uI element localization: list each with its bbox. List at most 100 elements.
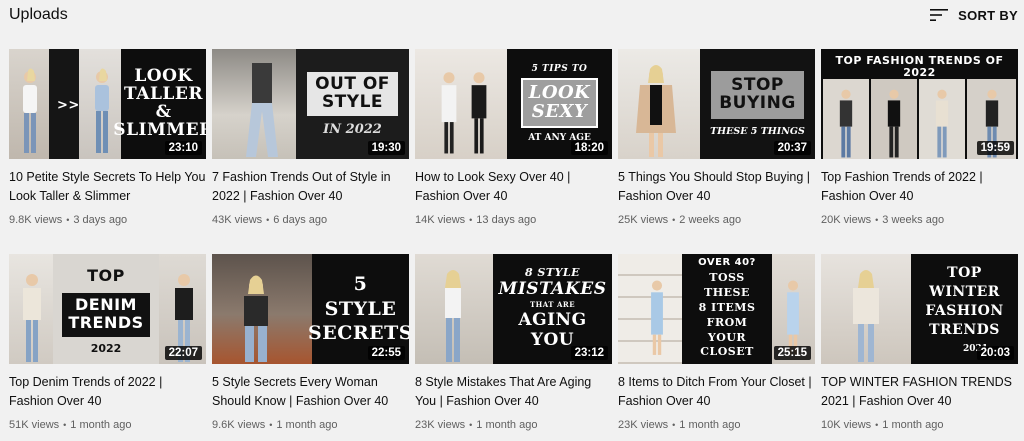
- video-meta: 43K views • 6 days ago: [212, 214, 409, 226]
- thumbnail-headline: OUT OF STYLE: [315, 73, 390, 112]
- video-duration: 20:03: [976, 346, 1014, 360]
- sort-by-button[interactable]: SORT BY: [929, 4, 1018, 26]
- video-card[interactable]: OUT OF STYLE IN 2022 19:30 7 Fashion Tre…: [212, 49, 409, 228]
- upload-age: 3 days ago: [73, 214, 128, 226]
- view-count: 14K views: [415, 214, 466, 226]
- video-meta: 23K views • 1 month ago: [415, 419, 612, 431]
- thumbnail-text-panel: TOP DENIM TRENDS 2022: [53, 254, 159, 364]
- model-figure: [246, 63, 278, 157]
- video-thumbnail[interactable]: 5 TIPS TO LOOK SEXY AT ANY AGE 18:20: [415, 49, 612, 159]
- video-title[interactable]: 8 Items to Ditch From Your Closet | Fash…: [618, 373, 815, 411]
- upload-age: 2 weeks ago: [679, 214, 742, 226]
- thumbnail-subtext: THESE 5 THINGS: [710, 126, 805, 137]
- upload-age: 6 days ago: [273, 214, 328, 226]
- uploads-header: Uploads SORT BY: [0, 0, 1024, 32]
- video-card[interactable]: >> LOOK TALLER & SLIMMER 23:10 10 Petite…: [9, 49, 206, 228]
- upload-age: 3 weeks ago: [882, 214, 945, 226]
- video-thumbnail[interactable]: OUT OF STYLE IN 2022 19:30: [212, 49, 409, 159]
- view-count: 25K views: [618, 214, 669, 226]
- video-title[interactable]: 8 Style Mistakes That Are Aging You | Fa…: [415, 373, 612, 411]
- video-thumbnail[interactable]: TOP FASHION TRENDS OF 2022 19:59: [821, 49, 1018, 159]
- video-thumbnail[interactable]: OVER 40? TOSS THESE 8 ITEMS FROM YOUR CL…: [618, 254, 815, 364]
- video-thumbnail[interactable]: >> LOOK TALLER & SLIMMER 23:10: [9, 49, 206, 159]
- thumbnail-headline: 5 STYLE SECRETS: [308, 272, 409, 345]
- view-count: 20K views: [821, 214, 872, 226]
- model-figure: [839, 89, 853, 158]
- separator-dot: •: [875, 215, 879, 225]
- thumbnail-headline: TOSS THESE 8 ITEMS FROM YOUR CLOSET: [698, 271, 756, 359]
- upload-age: 1 month ago: [679, 419, 741, 431]
- video-title[interactable]: Top Fashion Trends of 2022 | Fashion Ove…: [821, 168, 1018, 206]
- video-title[interactable]: 7 Fashion Trends Out of Style in 2022 | …: [212, 168, 409, 206]
- view-count: 10K views: [821, 419, 872, 431]
- view-count: 23K views: [415, 419, 466, 431]
- thumbnail-kicker: 8 STYLE: [524, 266, 581, 280]
- separator-dot: •: [469, 215, 473, 225]
- model-figure: [636, 65, 676, 157]
- model-figure: [935, 89, 949, 158]
- thumbnail-headline: TOP FASHION TRENDS OF 2022: [835, 54, 1004, 79]
- thumbnail-kicker: 5 TIPS TO: [531, 64, 588, 75]
- video-duration: 25:15: [773, 346, 811, 360]
- video-duration: 23:12: [570, 346, 608, 360]
- model-figure: [651, 280, 663, 355]
- thumbnail-arrow-text: >>: [57, 98, 80, 113]
- video-grid: >> LOOK TALLER & SLIMMER 23:10 10 Petite…: [9, 49, 1018, 433]
- upload-age: 1 month ago: [882, 419, 944, 431]
- video-thumbnail[interactable]: 5 STYLE SECRETS 22:55: [212, 254, 409, 364]
- separator-dot: •: [875, 420, 879, 430]
- thumbnail-text-panel: OVER 40? TOSS THESE 8 ITEMS FROM YOUR CL…: [682, 254, 772, 364]
- thumbnail-midtext: DENIM TRENDS: [68, 294, 144, 332]
- video-thumbnail[interactable]: 8 STYLE MISTAKES THAT ARE AGING YOU 23:1…: [415, 254, 612, 364]
- section-title: Uploads: [9, 6, 68, 23]
- video-card[interactable]: TOP DENIM TRENDS 2022 22:07 Top Denim Tr…: [9, 254, 206, 433]
- video-title[interactable]: 10 Petite Style Secrets To Help You Look…: [9, 168, 206, 206]
- video-thumbnail[interactable]: STOP BUYING THESE 5 THINGS 20:37: [618, 49, 815, 159]
- video-title[interactable]: Top Denim Trends of 2022 | Fashion Over …: [9, 373, 206, 411]
- video-meta: 23K views • 1 month ago: [618, 419, 815, 431]
- video-card[interactable]: 5 STYLE SECRETS 22:55 5 Style Secrets Ev…: [212, 254, 409, 433]
- video-duration: 22:07: [164, 346, 202, 360]
- upload-age: 1 month ago: [276, 419, 338, 431]
- thumbnail-headline: LOOK TALLER & SLIMMER: [113, 66, 206, 140]
- thumbnail-midtext: AGING YOU: [518, 309, 587, 351]
- model-figure: [445, 270, 461, 362]
- view-count: 51K views: [9, 419, 60, 431]
- video-card[interactable]: 5 TIPS TO LOOK SEXY AT ANY AGE 18:20 How…: [415, 49, 612, 228]
- separator-dot: •: [266, 215, 270, 225]
- model-figure: [471, 72, 487, 154]
- thumbnail-photo: [415, 49, 507, 159]
- upload-age: 13 days ago: [476, 214, 537, 226]
- video-thumbnail[interactable]: TOP DENIM TRENDS 2022 22:07: [9, 254, 206, 364]
- model-figure: [244, 275, 268, 362]
- thumbnail-kicker: OVER 40?: [698, 256, 756, 268]
- model-figure: [95, 68, 109, 153]
- separator-dot: •: [63, 420, 67, 430]
- video-card[interactable]: OVER 40? TOSS THESE 8 ITEMS FROM YOUR CL…: [618, 254, 815, 433]
- thumbnail-headline: MISTAKES: [498, 278, 607, 299]
- video-thumbnail[interactable]: TOP WINTER FASHION TRENDS 2021 20:03: [821, 254, 1018, 364]
- video-duration: 23:10: [164, 141, 202, 155]
- thumbnail-headline: TOP: [87, 265, 125, 285]
- thumbnail-headline: LOOK SEXY: [528, 81, 591, 122]
- thumbnail-tinytext: THAT ARE: [529, 299, 576, 309]
- view-count: 9.6K views: [212, 419, 266, 431]
- view-count: 9.8K views: [9, 214, 63, 226]
- video-title[interactable]: How to Look Sexy Over 40 | Fashion Over …: [415, 168, 612, 206]
- video-card[interactable]: STOP BUYING THESE 5 THINGS 20:37 5 Thing…: [618, 49, 815, 228]
- video-card[interactable]: TOP WINTER FASHION TRENDS 2021 20:03 TOP…: [821, 254, 1018, 433]
- thumbnail-headline: TOP WINTER FASHION TRENDS: [925, 265, 1004, 338]
- video-duration: 19:59: [976, 141, 1014, 155]
- video-meta: 20K views • 3 weeks ago: [821, 214, 1018, 226]
- video-meta: 9.6K views • 1 month ago: [212, 419, 409, 431]
- video-duration: 22:55: [367, 346, 405, 360]
- upload-age: 1 month ago: [476, 419, 538, 431]
- video-title[interactable]: TOP WINTER FASHION TRENDS 2021 | Fashion…: [821, 373, 1018, 411]
- model-figure: [441, 72, 457, 154]
- video-title[interactable]: 5 Style Secrets Every Woman Should Know …: [212, 373, 409, 411]
- video-card[interactable]: TOP FASHION TRENDS OF 2022 19:59 Top Fas…: [821, 49, 1018, 228]
- video-title[interactable]: 5 Things You Should Stop Buying | Fashio…: [618, 168, 815, 206]
- video-card[interactable]: 8 STYLE MISTAKES THAT ARE AGING YOU 23:1…: [415, 254, 612, 433]
- model-figure: [887, 89, 901, 158]
- sort-by-label: SORT BY: [958, 7, 1018, 23]
